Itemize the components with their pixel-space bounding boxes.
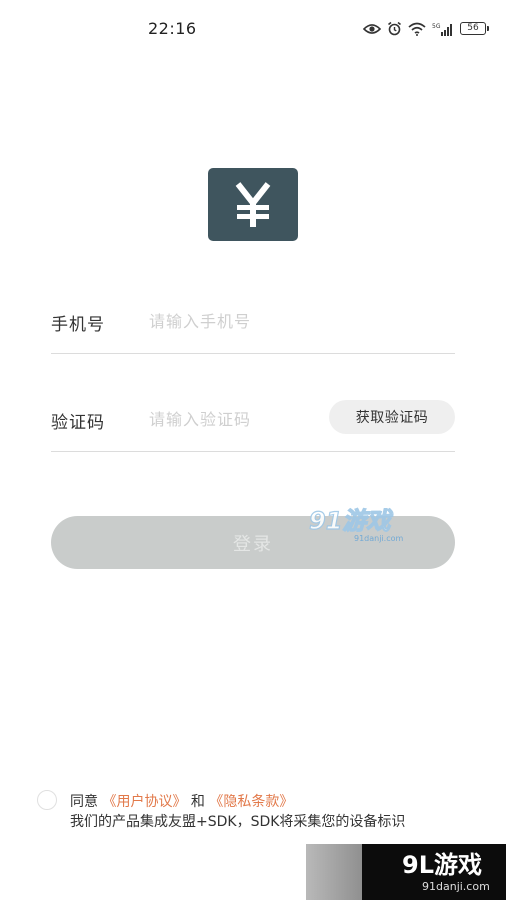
sdk-notice: 我们的产品集成友盟+SDK，SDK将采集您的设备标识	[70, 814, 406, 830]
watermark-brand: 91游戏	[309, 507, 393, 535]
status-icons: 5G 56	[363, 21, 489, 36]
svg-text:5G: 5G	[432, 23, 441, 30]
agree-and: 和	[190, 794, 205, 810]
battery-icon: 56	[460, 22, 489, 35]
alarm-icon	[387, 21, 402, 36]
agree-checkbox[interactable]	[37, 790, 57, 810]
watermark-domain: 91danji.com	[354, 534, 404, 543]
code-field: 验证码 获取验证码	[51, 388, 455, 452]
corner-watermark-domain: 91danji.com	[422, 880, 490, 893]
user-agreement-link[interactable]: 《用户协议》	[102, 794, 186, 810]
watermark-grey-block	[306, 844, 370, 900]
corner-watermark: 9L游戏 91danji.com	[306, 844, 506, 900]
eye-icon	[363, 23, 381, 35]
app-logo	[208, 168, 298, 241]
login-screen: 22:16 5G 56 手机号 请输入手机号 验证码 请输入验证码 获取验证码 …	[0, 0, 506, 900]
phone-label: 手机号	[51, 315, 105, 335]
watermark-logo: 91游戏 91danji.com	[308, 504, 408, 546]
code-label: 验证码	[51, 413, 105, 433]
agree-prefix: 同意	[70, 794, 98, 810]
phone-input[interactable]	[149, 306, 319, 336]
wifi-icon	[408, 22, 426, 36]
status-time: 22:16	[148, 19, 197, 38]
watermark-dark-block: 9L游戏 91danji.com	[362, 844, 506, 900]
status-bar: 22:16 5G 56	[0, 0, 506, 58]
corner-watermark-brand: 9L游戏	[402, 851, 482, 879]
privacy-policy-link[interactable]: 《隐私条款》	[209, 794, 293, 810]
signal-5g-icon: 5G	[432, 22, 454, 36]
agreement-text: 同意 《用户协议》 和 《隐私条款》	[70, 791, 293, 811]
phone-field: 手机号	[51, 290, 455, 354]
code-input[interactable]	[149, 404, 319, 434]
get-code-button[interactable]: 获取验证码	[329, 400, 455, 434]
yen-icon	[235, 181, 271, 227]
